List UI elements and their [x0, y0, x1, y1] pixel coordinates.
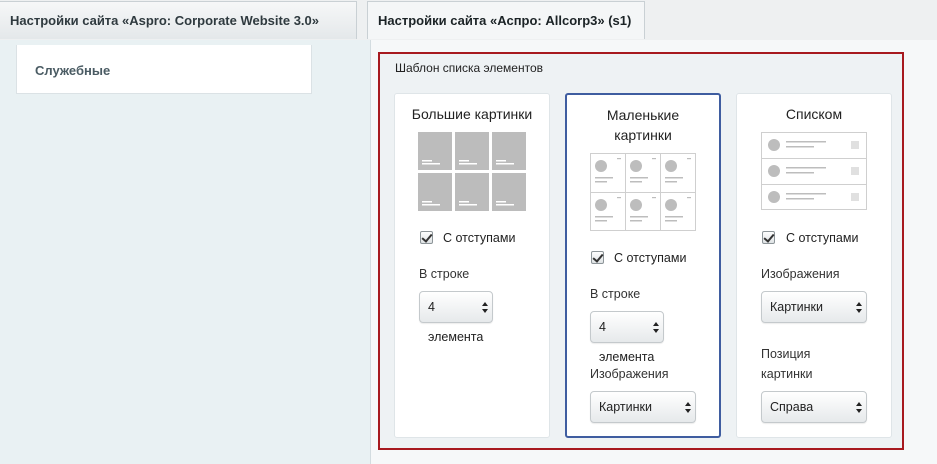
indent-checkbox-label: С отступами [614, 251, 687, 265]
tab-corporate-website[interactable]: Настройки сайта «Aspro: Corporate Websit… [0, 1, 357, 66]
per-row-select-value: 4 элемента [428, 300, 484, 344]
tab-bar: Настройки сайта «Aspro: Corporate Websit… [0, 0, 937, 66]
small-pictures-preview-icon [590, 153, 696, 231]
per-row-select[interactable]: 4 элемента [590, 311, 664, 364]
indent-checkbox[interactable] [762, 231, 775, 244]
images-select-value: Картинки [770, 300, 823, 314]
position-label-line2: картинки [761, 367, 813, 381]
indent-checkbox-label: С отступами [786, 231, 859, 245]
indent-checkbox[interactable] [591, 251, 604, 264]
per-row-label: В строке [419, 267, 470, 281]
position-label-line1: Позиция [761, 347, 811, 361]
per-row-select-value: 4 элемента [599, 320, 655, 364]
images-select[interactable]: Картинки [761, 291, 867, 323]
list-preview-icon [761, 132, 867, 210]
position-select-value: Справа [770, 400, 814, 414]
images-select-value: Картинки [599, 400, 652, 414]
big-pictures-preview-icon [418, 132, 526, 211]
left-pane [0, 40, 371, 464]
sidebar-item-service[interactable]: Служебные [16, 45, 312, 94]
template-group-title: Шаблон списка элементов [395, 61, 543, 75]
images-select[interactable]: Картинки [590, 391, 696, 423]
template-option-big-pictures[interactable]: Большие картинки С отступами В строке 4 … [394, 93, 550, 438]
indent-checkbox-label: С отступами [443, 231, 516, 245]
per-row-select[interactable]: 4 элемента [419, 291, 493, 344]
images-label: Изображения [590, 367, 669, 381]
per-row-label: В строке [590, 287, 641, 301]
card-title-line1: Маленькие [606, 107, 680, 123]
images-label: Изображения [761, 267, 840, 281]
template-option-small-pictures[interactable]: Маленькие картинки С отступами В строке … [565, 93, 721, 438]
indent-checkbox[interactable] [420, 231, 433, 244]
card-title: Большие картинки [411, 106, 533, 122]
tab-allcorp3[interactable]: Настройки сайта «Аспро: Allcorp3» (s1) [367, 1, 645, 39]
card-title: Списком [785, 106, 843, 122]
position-select[interactable]: Справа [761, 391, 867, 423]
card-title-line2: картинки [614, 127, 672, 143]
template-option-list[interactable]: Списком С отступами Изображения Картинки… [736, 93, 892, 438]
